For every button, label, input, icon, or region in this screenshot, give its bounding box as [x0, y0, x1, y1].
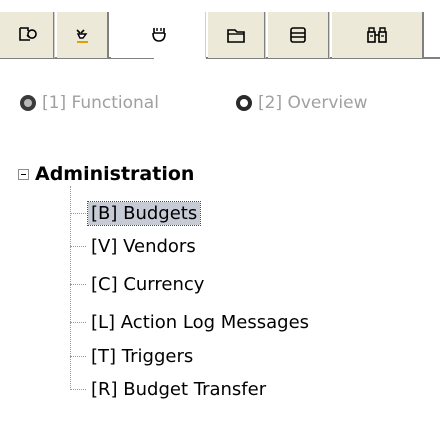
tree-item-triggers[interactable]: [T] Triggers [70, 343, 196, 369]
list-icon [287, 24, 309, 46]
tab-folder[interactable] [205, 12, 266, 58]
tree-item-label: [B] Budgets [86, 200, 202, 226]
tree-item-label: [R] Budget Transfer [91, 378, 267, 400]
tab-portal[interactable] [0, 12, 55, 58]
tree-item-budget-transfer[interactable]: [R] Budget Transfer [70, 376, 269, 402]
tree-item-vendors[interactable]: [V] Vendors [70, 233, 199, 259]
portal-icon [16, 24, 38, 46]
pin-icon [71, 24, 93, 46]
radio-functional[interactable]: [1] Functional [20, 93, 159, 113]
collapse-icon[interactable] [18, 168, 29, 180]
tree-item-label: [V] Vendors [91, 235, 196, 257]
tree-item-label: [C] Currency [91, 273, 205, 295]
tab-binoculars[interactable] [329, 12, 424, 58]
radio-overview[interactable]: [2] Overview [236, 93, 368, 113]
binoculars-icon [365, 24, 389, 46]
tree-item-label: [T] Triggers [91, 345, 194, 367]
radio-unselected-icon [236, 95, 252, 111]
tree-root-label: Administration [35, 163, 195, 185]
tab-strip [0, 0, 440, 60]
tab-tag[interactable] [111, 12, 206, 58]
tab-list[interactable] [265, 12, 330, 58]
folder-icon [225, 24, 247, 46]
tree-item-budgets[interactable]: [B] Budgets [70, 200, 202, 226]
tree-item-action-log-messages[interactable]: [L] Action Log Messages [70, 309, 312, 335]
radio-label: [1] Functional [42, 93, 159, 113]
tree-item-label: [L] Action Log Messages [91, 311, 310, 333]
radio-selected-icon [20, 95, 36, 111]
tag-icon [148, 24, 170, 46]
radio-label: [2] Overview [258, 93, 368, 113]
tree-root-node[interactable]: Administration [18, 163, 194, 185]
tab-pin[interactable] [54, 12, 109, 58]
tree-item-currency[interactable]: [C] Currency [70, 271, 207, 297]
